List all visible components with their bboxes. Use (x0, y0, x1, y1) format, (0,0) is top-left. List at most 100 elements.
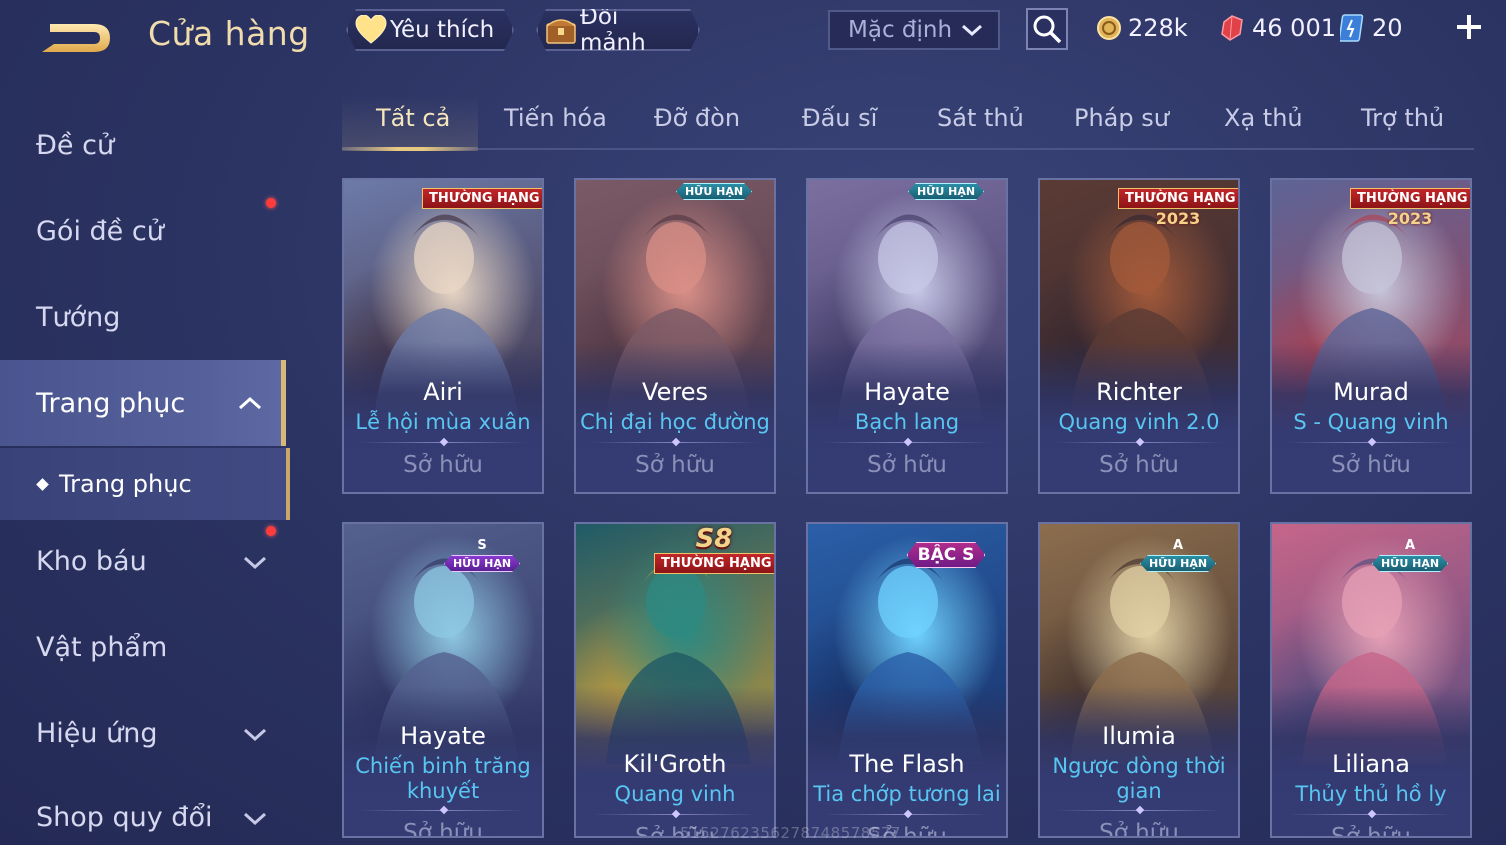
sidebar-item-exchange-shop[interactable]: Shop quy đổi (0, 774, 286, 845)
badge-label: THƯỜNG HẠNG (1350, 188, 1470, 209)
badge-label: HỮU HẠN (908, 183, 984, 200)
sort-label: Mặc định (848, 17, 953, 43)
search-icon (1033, 15, 1062, 44)
chevron-down-icon (242, 720, 268, 751)
back-button[interactable] (36, 14, 116, 58)
sidebar-item-recommended[interactable]: Đề cử (0, 102, 286, 188)
gold-coin-icon (1096, 15, 1122, 41)
voucher-amount: 20 (1372, 14, 1403, 42)
hero-name: The Flash (849, 750, 965, 778)
badge-label: HỮU HẠN (1140, 555, 1216, 572)
skin-card[interactable]: Hayate Bạch lang Sở hữu HỮU HẠN (806, 178, 1008, 494)
chevron-down-icon (242, 548, 268, 579)
badge-label: HỮU HẠN (444, 555, 520, 572)
badge-tier: A (1404, 538, 1416, 553)
exchange-shards-button[interactable]: Đổi mảnh (536, 9, 700, 51)
gold-balance: 228k (1096, 10, 1188, 46)
active-tab-underline (342, 147, 478, 151)
notification-dot (266, 198, 276, 208)
skin-card[interactable]: Liliana Thủy thủ hồ ly Sở hữu A HỮU HẠN (1270, 522, 1472, 838)
badge-label: HỮU HẠN (676, 183, 752, 200)
rarity-badge: BẬC S (886, 524, 1006, 568)
owned-status: Sở hữu (867, 452, 947, 478)
skin-name: S - Quang vinh (1293, 410, 1449, 434)
skin-name: Thủy thủ hồ ly (1295, 782, 1447, 806)
search-button[interactable] (1026, 8, 1068, 50)
sidebar-item-effects[interactable]: Hiệu ứng (0, 690, 286, 776)
hero-name: Kil'Groth (623, 750, 727, 778)
badge-label: THƯỜNG HẠNG (422, 188, 542, 209)
sidebar-item-label: Đề cử (36, 129, 115, 161)
owned-status: Sở hữu (403, 452, 483, 478)
skin-card[interactable]: Ilumia Ngược dòng thời gian Sở hữu A HỮU HẠN (1038, 522, 1240, 838)
skin-card[interactable]: Kil'Groth Quang vinh Sở hữu S8 THƯỜNG HẠNG (574, 522, 776, 838)
plus-icon (1457, 15, 1481, 39)
hero-name: Richter (1096, 378, 1182, 406)
tab-all[interactable]: Tất cả (376, 104, 450, 132)
badge-year: 2023 (1387, 209, 1433, 228)
badge-label: HỮU HẠN (1372, 555, 1448, 572)
sidebar-item-items[interactable]: Vật phẩm (0, 604, 286, 690)
skin-card[interactable]: The Flash Tia chớp tương lai Sở hữu BẬC S (806, 522, 1008, 838)
rarity-badge: A HỮU HẠN (1350, 524, 1470, 572)
voucher-balance: 20 (1340, 10, 1403, 46)
skin-name-line2: khuyết (406, 779, 480, 803)
badge-year: 2023 (1155, 209, 1201, 228)
hero-name: Veres (642, 378, 708, 406)
top-up-button[interactable] (1452, 10, 1486, 44)
gem-balance: 46 001 (1218, 10, 1336, 46)
rarity-badge: THƯỜNG HẠNG (422, 180, 542, 209)
red-gem-icon (1218, 14, 1246, 42)
sidebar-item-recommended-packs[interactable]: Gói đề cử (0, 188, 286, 274)
tab-assassin[interactable]: Sát thủ (937, 104, 1024, 132)
owned-status: Sở hữu (1099, 452, 1179, 478)
sidebar-item-skins[interactable]: Trang phục (0, 360, 286, 446)
hero-name: Airi (423, 378, 463, 406)
sidebar-item-heroes[interactable]: Tướng (0, 274, 286, 360)
gem-amount: 46 001 (1252, 14, 1336, 42)
favorites-button[interactable]: Yêu thích (346, 9, 514, 51)
sidebar-subitem-label: Trang phục (59, 470, 192, 498)
sidebar-item-label: Tướng (36, 301, 121, 333)
skin-card[interactable]: Airi Lễ hội mùa xuân Sở hữu THƯỜNG HẠNG (342, 178, 544, 494)
tab-support[interactable]: Trợ thủ (1361, 104, 1444, 132)
owned-status: Sở hữu (1331, 824, 1411, 838)
skin-name: Chiến binh trăng (355, 754, 531, 778)
skin-card[interactable]: Veres Chị đại học đường Sở hữu HỮU HẠN (574, 178, 776, 494)
skin-card[interactable]: Richter Quang vinh 2.0 Sở hữu THƯỜNG HẠNG 20… (1038, 178, 1240, 494)
skin-name: Lễ hội mùa xuân (355, 410, 531, 434)
tab-tank[interactable]: Đỡ đòn (654, 104, 740, 132)
chest-icon (544, 13, 578, 47)
sidebar-item-label: Kho báu (36, 545, 147, 577)
sidebar-subitem-skins[interactable]: Trang phục (0, 448, 290, 520)
tab-fighter[interactable]: Đấu sĩ (802, 104, 877, 132)
rarity-badge: S8 THƯỜNG HẠNG (654, 524, 774, 574)
skin-card[interactable]: Murad S - Quang vinh Sở hữu THƯỜNG HẠNG 2023 (1270, 178, 1472, 494)
skin-name: Bạch lang (854, 410, 960, 434)
owned-status: Sở hữu (1099, 820, 1179, 838)
owned-status: Sở hữu (403, 820, 483, 838)
skin-name: Quang vinh 2.0 (1058, 410, 1220, 434)
skin-card[interactable]: Hayate Chiến binh trăng khuyết Sở hữu S HỮU H… (342, 522, 544, 838)
hero-name: Hayate (864, 378, 950, 406)
voucher-card-icon (1340, 13, 1366, 43)
owned-status: Sở hữu (1331, 452, 1411, 478)
sort-dropdown[interactable]: Mặc định (828, 10, 1000, 50)
rarity-badge: THƯỜNG HẠNG 2023 (1118, 180, 1238, 228)
skin-name-line2: gian (1116, 779, 1162, 803)
tab-evolution[interactable]: Tiến hóa (504, 104, 607, 132)
badge-label: BẬC S (907, 542, 986, 568)
badge-tier: S (477, 538, 487, 553)
chevron-down-icon (960, 20, 984, 46)
sidebar-item-label: Trang phục (36, 387, 186, 419)
top-bar: Cửa hàng Yêu thích Đổi mảnh Mặc định 228… (0, 0, 1506, 62)
hero-name: Ilumia (1102, 722, 1176, 750)
watermark-id: 5152762356278748578577 (680, 824, 901, 842)
hero-name: Hayate (400, 722, 486, 750)
tab-marksman[interactable]: Xạ thủ (1224, 104, 1303, 132)
tab-mage[interactable]: Pháp sư (1074, 104, 1169, 132)
rarity-badge: THƯỜNG HẠNG 2023 (1350, 180, 1470, 228)
badge-tier: A (1172, 538, 1184, 553)
skin-name: Quang vinh (614, 782, 736, 806)
sidebar-item-treasure[interactable]: Kho báu (0, 518, 286, 604)
